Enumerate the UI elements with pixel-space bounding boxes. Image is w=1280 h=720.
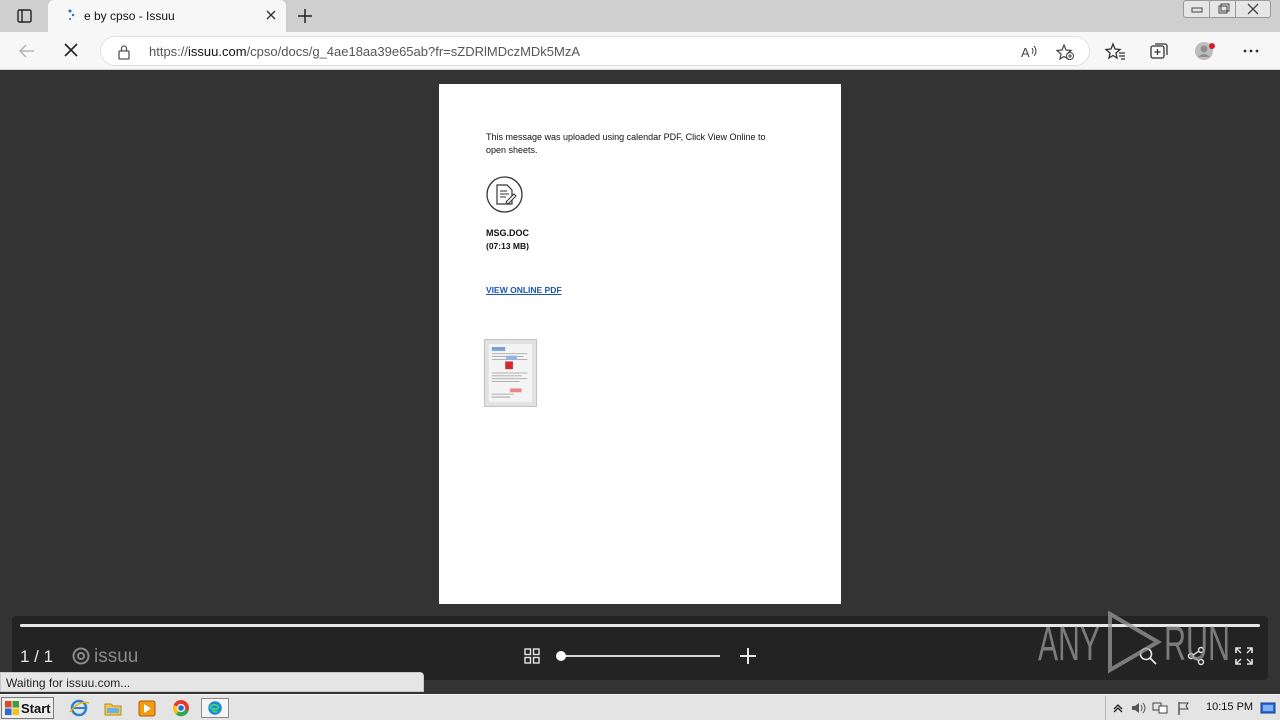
network-icon[interactable]	[1152, 700, 1168, 716]
minimize-icon	[1191, 7, 1203, 13]
lock-icon[interactable]	[117, 44, 131, 60]
close-icon	[1247, 3, 1259, 15]
file-size: (07:13 MB)	[486, 241, 529, 251]
collections-icon[interactable]	[1148, 41, 1170, 61]
close-window-button[interactable]	[1235, 0, 1271, 18]
chrome-icon[interactable]	[170, 698, 192, 718]
zoom-slider-handle[interactable]	[556, 651, 566, 661]
start-button[interactable]: Start	[1, 697, 54, 719]
grid-view-icon[interactable]	[524, 648, 540, 664]
url-host: issuu.com	[188, 44, 247, 59]
profile-avatar-icon[interactable]	[1194, 41, 1216, 61]
loading-icon	[68, 9, 75, 20]
file-explorer-icon[interactable]	[102, 698, 124, 718]
favorites-icon[interactable]	[1104, 41, 1126, 61]
svg-text:RUN: RUN	[1164, 618, 1230, 671]
back-arrow-icon[interactable]	[16, 41, 38, 61]
svg-text:A: A	[1021, 45, 1030, 60]
tab-strip: e by cpso - Issuu	[0, 0, 1280, 32]
message-text: This message was uploaded using calendar…	[486, 132, 766, 155]
show-hidden-icons-icon[interactable]	[1110, 700, 1126, 716]
restore-icon	[1218, 3, 1230, 14]
issuu-brand[interactable]: issuu	[94, 646, 138, 668]
fullscreen-icon[interactable]	[1234, 646, 1254, 666]
restore-button[interactable]	[1209, 0, 1237, 18]
internet-explorer-icon[interactable]	[68, 698, 90, 718]
anyrun-watermark-logo: ANY RUN	[1038, 610, 1230, 674]
tab-actions-icon[interactable]	[10, 6, 38, 26]
system-tray: 10:15 PM	[1105, 696, 1280, 720]
clock[interactable]: 10:15 PM	[1206, 701, 1253, 713]
document-icon	[486, 176, 523, 213]
close-tab-icon[interactable]	[264, 8, 278, 22]
document-viewer: This message was uploaded using calendar…	[0, 71, 1280, 686]
add-favorite-icon[interactable]	[1055, 43, 1075, 61]
zoom-slider[interactable]	[560, 655, 720, 657]
new-tab-icon[interactable]	[294, 6, 316, 26]
windows-logo-icon	[5, 701, 19, 715]
url-prefix: https://	[149, 44, 189, 59]
status-bar: Waiting for issuu.com...	[0, 672, 424, 692]
media-player-icon[interactable]	[136, 698, 158, 718]
browser-toolbar: https://issuu.com/cpso/docs/g_4ae18aa39e…	[0, 32, 1280, 70]
edge-icon[interactable]	[201, 698, 229, 718]
start-label: Start	[21, 701, 51, 716]
stop-loading-icon[interactable]	[60, 41, 82, 61]
volume-icon[interactable]	[1130, 700, 1146, 716]
read-aloud-icon[interactable]: A	[1019, 43, 1039, 61]
document-page: This message was uploaded using calendar…	[439, 84, 841, 604]
more-options-icon[interactable]	[1240, 41, 1262, 61]
minimize-button[interactable]	[1183, 0, 1211, 18]
address-bar[interactable]: https://issuu.com/cpso/docs/g_4ae18aa39e…	[100, 36, 1090, 66]
issuu-logo-icon[interactable]	[72, 647, 90, 665]
view-online-pdf-link[interactable]: VIEW ONLINE PDF	[486, 285, 562, 295]
document-thumbnail-image[interactable]	[484, 339, 537, 407]
active-tab[interactable]: e by cpso - Issuu	[48, 0, 286, 32]
page-counter: 1 / 1	[20, 647, 54, 666]
file-name: MSG.DOC	[486, 228, 530, 238]
zoom-in-icon[interactable]	[738, 646, 758, 666]
url-text[interactable]: https://issuu.com/cpso/docs/g_4ae18aa39e…	[149, 44, 580, 59]
show-desktop-icon[interactable]	[1260, 700, 1276, 716]
tab-title: e by cpso - Issuu	[84, 9, 175, 23]
action-center-flag-icon[interactable]	[1176, 700, 1192, 716]
url-path: /cpso/docs/g_4ae18aa39e65ab?fr=sZDRlMDcz…	[246, 44, 581, 59]
svg-text:ANY: ANY	[1038, 618, 1100, 671]
windows-taskbar: Start 10:15 PM	[0, 694, 1280, 720]
